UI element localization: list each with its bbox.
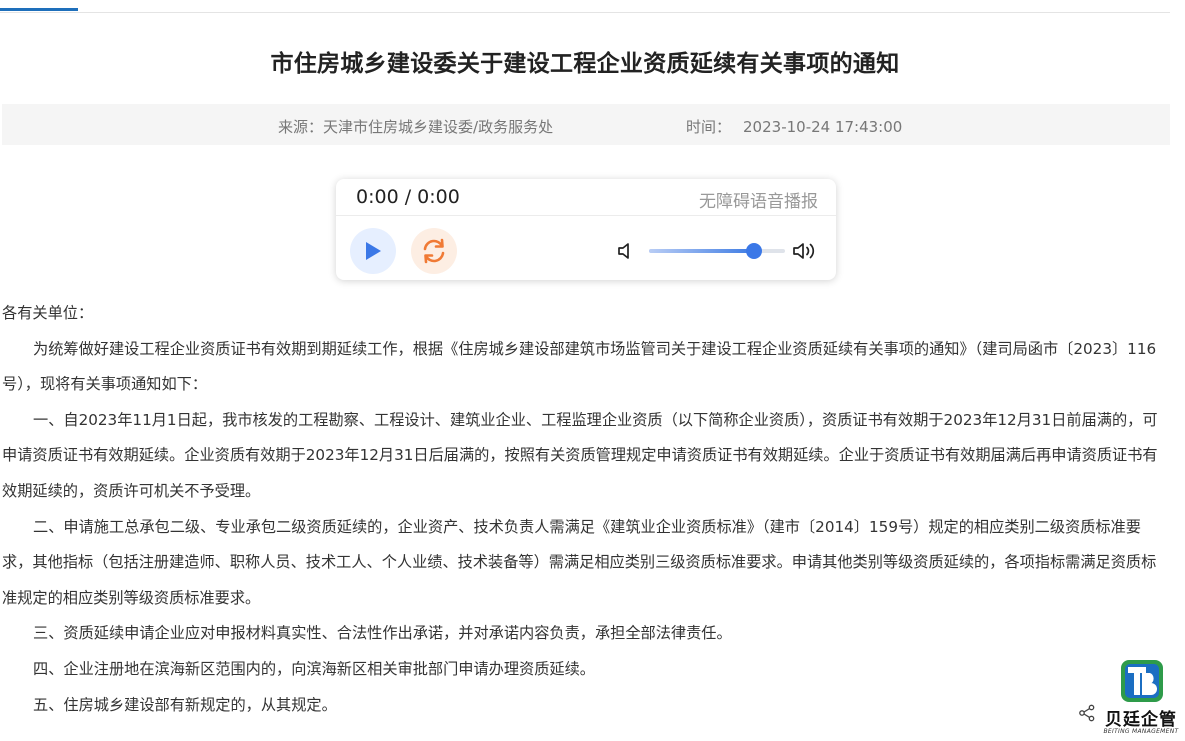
- volume-low-icon[interactable]: [616, 241, 636, 261]
- share-icon[interactable]: [1078, 704, 1096, 722]
- volume-slider-handle[interactable]: [745, 243, 762, 259]
- volume-slider[interactable]: [649, 243, 785, 259]
- article-source: 来源：天津市住房城乡建设委/政务服务处: [278, 116, 553, 137]
- paragraph: 为统筹做好建设工程企业资质证书有效期到期延续工作，根据《住房城乡建设部建筑市场监…: [2, 339, 1157, 394]
- replay-icon: [423, 238, 445, 264]
- article-title: 市住房城乡建设委关于建设工程企业资质延续有关事项的通知: [270, 51, 900, 77]
- paragraph: 三、资质延续申请企业应对申报材料真实性、合法性作出承诺，并对承诺内容负责，承担全…: [33, 624, 732, 643]
- paragraph: 五、住房城乡建设部有新规定的，从其规定。: [33, 695, 337, 714]
- accessibility-broadcast-label: 无障碍语音播报: [699, 192, 818, 212]
- top-divider: [0, 12, 1170, 13]
- article-meta-bar: 来源：天津市住房城乡建设委/政务服务处 时间： 2023-10-24 17:43:…: [2, 104, 1170, 145]
- logo-mark-icon: [1121, 660, 1163, 702]
- replay-button[interactable]: [411, 228, 457, 274]
- logo-subtitle: BEITING MANAGEMENT: [1103, 728, 1179, 735]
- play-icon: [366, 242, 381, 260]
- active-tab-indicator: [0, 8, 78, 11]
- source-value: 天津市住房城乡建设委/政务服务处: [323, 118, 554, 136]
- player-divider: [336, 215, 836, 216]
- salutation: 各有关单位：: [2, 304, 94, 322]
- paragraph: 四、企业注册地在滨海新区范围内的，向滨海新区相关审批部门申请办理资质延续。: [33, 659, 595, 678]
- article-body: 各有关单位： 为统筹做好建设工程企业资质证书有效期到期延续工作，根据《住房城乡建…: [2, 296, 1170, 723]
- volume-high-icon[interactable]: [792, 240, 818, 262]
- time-label: 时间：: [686, 118, 732, 136]
- player-time-display: 0:00 / 0:00: [356, 186, 460, 208]
- article-time: 时间： 2023-10-24 17:43:00: [686, 116, 902, 137]
- time-value: 2023-10-24 17:43:00: [743, 118, 903, 136]
- paragraph: 二、申请施工总承包二级、专业承包二级资质延续的，企业资产、技术负责人需满足《建筑…: [2, 517, 1157, 607]
- volume-slider-fill: [649, 249, 754, 253]
- audio-player: 0:00 / 0:00 无障碍语音播报: [336, 179, 836, 280]
- logo-name: 贝廷企管: [1105, 710, 1177, 730]
- paragraph: 一、自2023年11月1日起，我市核发的工程勘察、工程设计、建筑业企业、工程监理…: [2, 410, 1158, 500]
- source-label: 来源：: [278, 118, 324, 136]
- play-button[interactable]: [350, 228, 396, 274]
- beiting-logo: 贝廷企管 BEITING MANAGEMENT: [1100, 652, 1182, 741]
